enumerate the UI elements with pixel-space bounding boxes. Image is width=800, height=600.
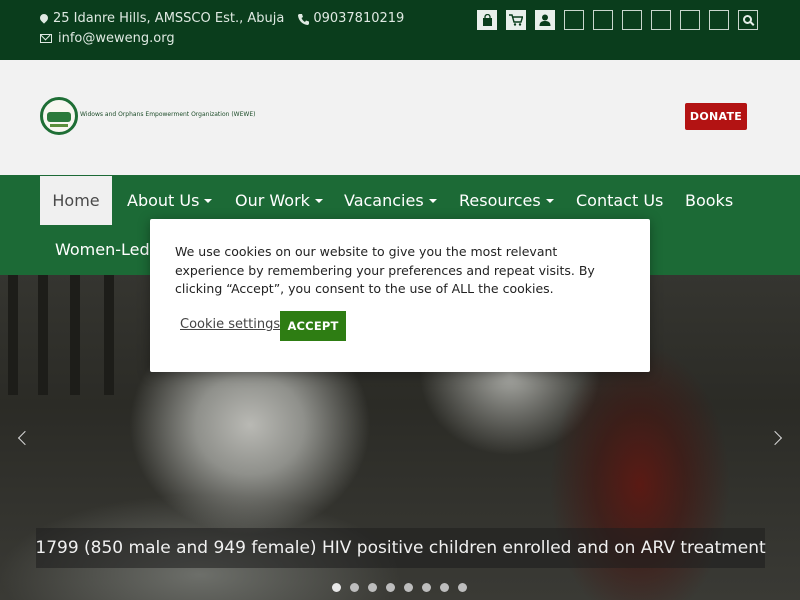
phone-icon bbox=[298, 13, 310, 25]
nav-item-contact-us[interactable]: Contact Us bbox=[576, 176, 663, 225]
nav-label: Vacancies bbox=[344, 191, 424, 210]
cart-icon bbox=[509, 14, 523, 26]
email-link[interactable]: info@weweng.org bbox=[58, 31, 175, 46]
social-link-1[interactable] bbox=[564, 10, 584, 30]
cookie-consent-dialog: We use cookies on our website to give yo… bbox=[150, 219, 650, 372]
top-icons bbox=[477, 10, 758, 30]
slider-dot[interactable] bbox=[404, 583, 413, 592]
nav-label: Our Work bbox=[235, 191, 310, 210]
social-link-6[interactable] bbox=[709, 10, 729, 30]
search-button[interactable] bbox=[738, 10, 758, 30]
map-marker-icon bbox=[38, 11, 50, 24]
address-text: 25 Idanre Hills, AMSSCO Est., Abuja bbox=[53, 11, 285, 26]
nav-item-home[interactable]: Home bbox=[40, 176, 112, 225]
caret-down-icon bbox=[314, 198, 323, 203]
donate-button[interactable]: DONATE bbox=[685, 103, 747, 130]
slider-dot[interactable] bbox=[458, 583, 467, 592]
cookie-message: We use cookies on our website to give yo… bbox=[175, 244, 595, 296]
nav-item-about-us[interactable]: About Us bbox=[127, 176, 213, 225]
shopping-bag-icon bbox=[482, 14, 492, 26]
nav-item-vacancies[interactable]: Vacancies bbox=[344, 176, 437, 225]
slider-dot[interactable] bbox=[386, 583, 395, 592]
slider-next-icon[interactable] bbox=[767, 430, 783, 446]
slider-pagination bbox=[332, 583, 476, 592]
envelope-icon bbox=[40, 34, 52, 43]
slider-dot[interactable] bbox=[440, 583, 449, 592]
nav-item-books[interactable]: Books bbox=[685, 176, 733, 225]
caret-down-icon bbox=[428, 198, 437, 203]
social-link-3[interactable] bbox=[622, 10, 642, 30]
top-bar: 25 Idanre Hills, AMSSCO Est., Abuja 0903… bbox=[0, 0, 800, 60]
phone-link[interactable]: 09037810219 bbox=[313, 11, 404, 26]
site-header: Widows and Orphans Empowerment Organizat… bbox=[0, 60, 800, 175]
account-button[interactable] bbox=[535, 10, 555, 30]
slider-dot[interactable] bbox=[422, 583, 431, 592]
nav-label: Women-Led I bbox=[55, 240, 160, 259]
accept-button[interactable]: ACCEPT bbox=[280, 311, 346, 341]
cart-button[interactable] bbox=[506, 10, 526, 30]
logo-text: Widows and Orphans Empowerment Organizat… bbox=[80, 111, 256, 118]
nav-item-resources[interactable]: Resources bbox=[459, 176, 554, 225]
nav-item-our-work[interactable]: Our Work bbox=[235, 176, 323, 225]
social-link-2[interactable] bbox=[593, 10, 613, 30]
slide-caption: 1799 (850 male and 949 female) HIV posit… bbox=[35, 528, 766, 568]
nav-label: Resources bbox=[459, 191, 541, 210]
email-line: info@weweng.org bbox=[40, 31, 175, 46]
slider-dot[interactable] bbox=[350, 583, 359, 592]
search-icon bbox=[742, 14, 752, 24]
hero-image-window-bars bbox=[0, 275, 140, 395]
slider-dot[interactable] bbox=[368, 583, 377, 592]
social-link-5[interactable] bbox=[680, 10, 700, 30]
user-icon bbox=[539, 14, 551, 26]
nav-label: Contact Us bbox=[576, 191, 664, 210]
caret-down-icon bbox=[545, 198, 554, 203]
logo-emblem-icon bbox=[40, 97, 78, 135]
contact-line: 25 Idanre Hills, AMSSCO Est., Abuja 0903… bbox=[38, 11, 404, 26]
shopping-bag-button[interactable] bbox=[477, 10, 497, 30]
nav-item-women-led[interactable]: Women-Led I bbox=[55, 225, 159, 274]
nav-label: About Us bbox=[127, 191, 200, 210]
nav-label: Home bbox=[52, 191, 100, 210]
site-logo[interactable]: Widows and Orphans Empowerment Organizat… bbox=[40, 97, 255, 135]
slider-dot[interactable] bbox=[332, 583, 341, 592]
caret-down-icon bbox=[204, 198, 213, 203]
nav-label: Books bbox=[685, 191, 734, 210]
cookie-settings-link[interactable]: Cookie settings bbox=[180, 317, 280, 332]
social-link-4[interactable] bbox=[651, 10, 671, 30]
slider-prev-icon[interactable] bbox=[17, 430, 33, 446]
